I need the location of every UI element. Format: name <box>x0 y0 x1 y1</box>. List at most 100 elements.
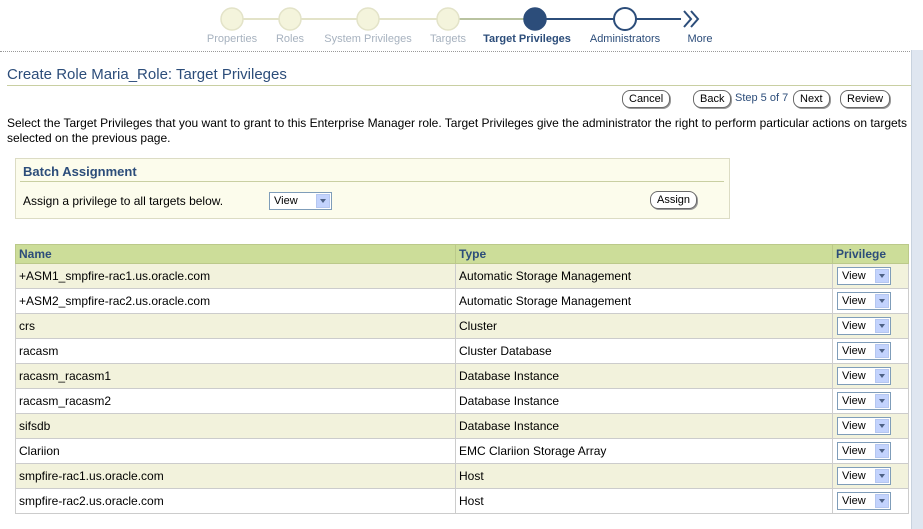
privilege-value: View <box>842 295 866 307</box>
step-more[interactable]: More <box>687 33 712 45</box>
target-name: racasm_racasm2 <box>15 388 456 414</box>
step-system-privileges[interactable]: System Privileges <box>324 33 411 45</box>
table-row: racasm_racasm2 Database Instance View <box>15 388 909 414</box>
review-button[interactable]: Review <box>840 90 891 108</box>
chevron-down-icon[interactable] <box>875 394 889 408</box>
step-roles-marker <box>278 7 302 31</box>
table-row: racasm_racasm1 Database Instance View <box>15 363 909 389</box>
privilege-value: View <box>842 445 866 457</box>
step-target-privileges: Target Privileges <box>483 33 571 45</box>
privilege-select[interactable]: View <box>837 492 891 510</box>
column-header-name[interactable]: Name <box>15 244 456 264</box>
chevron-down-icon[interactable] <box>875 419 889 433</box>
batch-privilege-select[interactable]: View <box>269 192 332 210</box>
privilege-cell: View <box>832 463 909 489</box>
privilege-select[interactable]: View <box>837 417 891 435</box>
table-row: crs Cluster View <box>15 313 909 339</box>
privilege-select[interactable]: View <box>837 267 891 285</box>
chevron-down-icon[interactable] <box>875 269 889 283</box>
privilege-cell: View <box>832 288 909 314</box>
batch-assignment-title: Batch Assignment <box>23 164 137 179</box>
assign-button[interactable]: Assign <box>650 191 698 209</box>
step-targets[interactable]: Targets <box>430 33 466 45</box>
chevron-down-icon[interactable] <box>875 494 889 508</box>
target-name: crs <box>15 313 456 339</box>
instruction-text: Select the Target Privileges that you wa… <box>7 116 908 145</box>
target-type: Automatic Storage Management <box>455 263 833 289</box>
column-header-privilege: Privilege <box>832 244 909 264</box>
privilege-cell: View <box>832 363 909 389</box>
privilege-select[interactable]: View <box>837 467 891 485</box>
chevron-down-icon[interactable] <box>875 369 889 383</box>
vertical-scrollbar[interactable] <box>911 50 923 529</box>
batch-assignment-label: Assign a privilege to all targets below. <box>23 194 224 208</box>
table-header-row: Name Type Privilege <box>15 244 909 264</box>
privilege-select[interactable]: View <box>837 342 891 360</box>
chevron-down-icon[interactable] <box>875 294 889 308</box>
target-privileges-table: Name Type Privilege +ASM1_smpfire-rac1.u… <box>15 244 909 514</box>
process-train: Properties Roles System Privileges Targe… <box>0 0 923 52</box>
batch-assignment-box: Batch Assignment Assign a privilege to a… <box>15 158 730 219</box>
privilege-cell: View <box>832 313 909 339</box>
target-name: racasm_racasm1 <box>15 363 456 389</box>
table-row: smpfire-rac1.us.oracle.com Host View <box>15 463 909 489</box>
target-name: racasm <box>15 338 456 364</box>
privilege-value: View <box>842 420 866 432</box>
chevron-down-icon[interactable] <box>875 344 889 358</box>
target-name: sifsdb <box>15 413 456 439</box>
privilege-cell: View <box>832 263 909 289</box>
privilege-value: View <box>842 470 866 482</box>
privilege-value: View <box>842 495 866 507</box>
step-targets-marker <box>436 7 460 31</box>
table-row: +ASM2_smpfire-rac2.us.oracle.com Automat… <box>15 288 909 314</box>
chevron-down-icon[interactable] <box>875 444 889 458</box>
privilege-cell: View <box>832 438 909 464</box>
back-button[interactable]: Back <box>693 90 732 108</box>
step-target-privileges-marker <box>523 7 547 31</box>
step-indicator: Step 5 of 7 <box>735 92 789 104</box>
page-title: Create Role Maria_Role: Target Privilege… <box>7 66 287 83</box>
privilege-cell: View <box>832 488 909 514</box>
cancel-button[interactable]: Cancel <box>622 90 671 108</box>
privilege-value: View <box>842 270 866 282</box>
privilege-cell: View <box>832 338 909 364</box>
target-type: Cluster Database <box>455 338 833 364</box>
target-name: smpfire-rac2.us.oracle.com <box>15 488 456 514</box>
chevron-down-icon[interactable] <box>316 194 330 208</box>
target-type: Host <box>455 488 833 514</box>
train-divider <box>0 51 912 52</box>
chevron-down-icon[interactable] <box>875 469 889 483</box>
target-type: Host <box>455 463 833 489</box>
target-name: +ASM2_smpfire-rac2.us.oracle.com <box>15 288 456 314</box>
table-row: sifsdb Database Instance View <box>15 413 909 439</box>
target-type: Cluster <box>455 313 833 339</box>
step-properties[interactable]: Properties <box>207 33 257 45</box>
table-row: racasm Cluster Database View <box>15 338 909 364</box>
privilege-select[interactable]: View <box>837 367 891 385</box>
step-properties-marker <box>220 7 244 31</box>
target-type: Automatic Storage Management <box>455 288 833 314</box>
more-arrow-icon <box>683 10 700 28</box>
column-header-type[interactable]: Type <box>455 244 833 264</box>
chevron-down-icon[interactable] <box>875 319 889 333</box>
target-type: Database Instance <box>455 413 833 439</box>
privilege-select[interactable]: View <box>837 392 891 410</box>
privilege-select[interactable]: View <box>837 292 891 310</box>
privilege-select[interactable]: View <box>837 317 891 335</box>
step-administrators[interactable]: Administrators <box>590 33 660 45</box>
step-roles[interactable]: Roles <box>276 33 304 45</box>
table-row: Clariion EMC Clariion Storage Array View <box>15 438 909 464</box>
privilege-value: View <box>842 320 866 332</box>
target-name: +ASM1_smpfire-rac1.us.oracle.com <box>15 263 456 289</box>
privilege-value: View <box>842 370 866 382</box>
target-type: EMC Clariion Storage Array <box>455 438 833 464</box>
table-row: +ASM1_smpfire-rac1.us.oracle.com Automat… <box>15 263 909 289</box>
privilege-value: View <box>842 395 866 407</box>
target-name: smpfire-rac1.us.oracle.com <box>15 463 456 489</box>
next-button[interactable]: Next <box>793 90 830 108</box>
privilege-value: View <box>842 345 866 357</box>
privilege-select[interactable]: View <box>837 442 891 460</box>
privilege-cell: View <box>832 413 909 439</box>
target-name: Clariion <box>15 438 456 464</box>
step-system-privileges-marker <box>356 7 380 31</box>
